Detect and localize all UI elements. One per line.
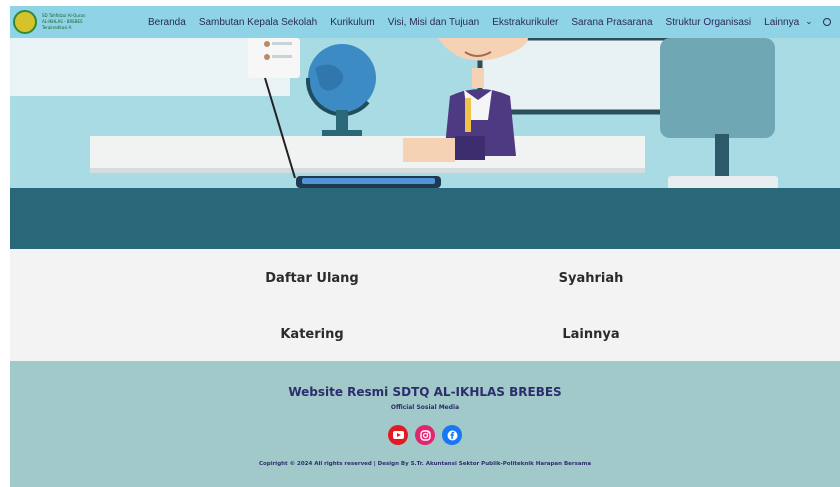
nav-item-beranda[interactable]: Beranda: [148, 17, 186, 28]
search-icon[interactable]: [822, 18, 831, 26]
floor-band: [10, 188, 840, 249]
nav-item-struktur[interactable]: Struktur Organisasi: [666, 17, 752, 28]
logo-text: SD Tahfidzul Al-Quran AL-IKHLAS - BREBES…: [42, 13, 86, 31]
browser-viewport: SD Tahfidzul Al-Quran AL-IKHLAS - BREBES…: [10, 6, 840, 487]
menu-daftar-ulang[interactable]: Daftar Ulang: [212, 271, 412, 286]
school-seal-icon: [13, 10, 37, 34]
school-logo[interactable]: SD Tahfidzul Al-Quran AL-IKHLAS - BREBES…: [13, 10, 133, 34]
menu-syahriah[interactable]: Syahriah: [491, 271, 691, 286]
nav-item-kurikulum[interactable]: Kurikulum: [330, 17, 374, 28]
menu-katering[interactable]: Katering: [212, 327, 412, 342]
footer-subtitle: Official Sosial Media: [390, 404, 460, 411]
nav-item-visi-misi[interactable]: Visi, Misi dan Tujuan: [388, 17, 480, 28]
youtube-icon[interactable]: [388, 425, 408, 445]
desk: [90, 136, 645, 168]
logo-line-3: Terakreditasi A: [42, 25, 72, 30]
facebook-icon[interactable]: [442, 425, 462, 445]
social-links: [10, 425, 840, 445]
footer-copyright: Copiright © 2024 All rights reserved | D…: [258, 461, 592, 467]
nav-item-sambutan[interactable]: Sambutan Kepala Sekolah: [199, 17, 317, 28]
nav-item-sarana[interactable]: Sarana Prasarana: [571, 17, 652, 28]
top-navbar: SD Tahfidzul Al-Quran AL-IKHLAS - BREBES…: [10, 6, 840, 38]
nav-item-ekstrakurikuler[interactable]: Ekstrakurikuler: [492, 17, 558, 28]
main-nav: Beranda Sambutan Kepala Sekolah Kurikulu…: [148, 6, 831, 38]
quick-menu: Daftar Ulang Syahriah Katering Lainnya: [10, 249, 840, 361]
menu-lainnya[interactable]: Lainnya: [491, 327, 691, 342]
chevron-down-icon[interactable]: ⌄: [805, 17, 813, 27]
site-footer: Website Resmi SDTQ AL-IKHLAS BREBES Offi…: [10, 361, 840, 487]
nav-item-lainnya[interactable]: Lainnya: [764, 17, 799, 28]
classroom-illustration: [10, 38, 840, 249]
footer-title: Website Resmi SDTQ AL-IKHLAS BREBES: [288, 385, 562, 399]
hero-illustration: [10, 38, 840, 249]
instagram-icon[interactable]: [415, 425, 435, 445]
